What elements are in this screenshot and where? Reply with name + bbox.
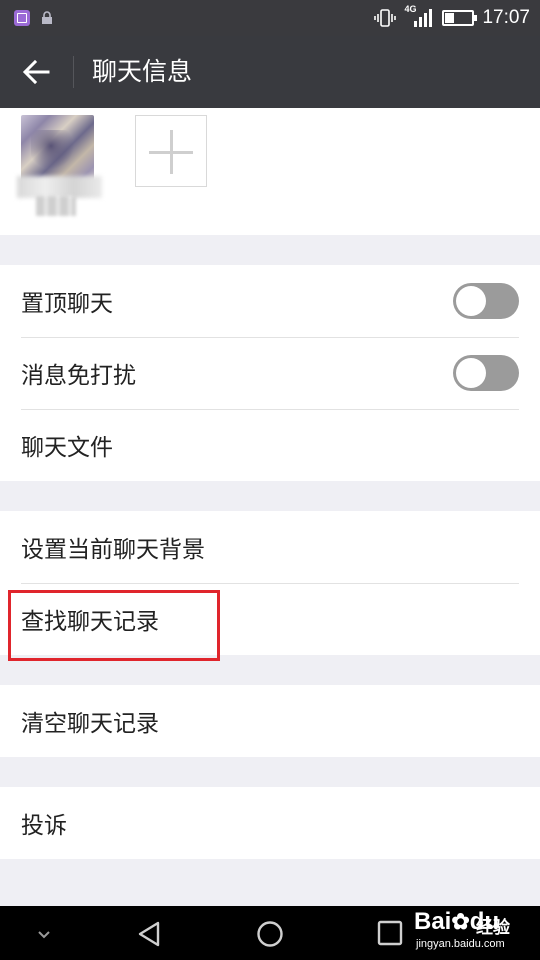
paw-icon: ✿ [451,909,470,934]
watermark-url: jingyan.baidu.com [416,938,505,950]
pin-chat-label: 置顶聊天 [21,291,113,317]
report-label: 投诉 [21,813,67,839]
settings-group-3: 清空聊天记录 [0,685,540,757]
avatar-name-redaction [17,176,102,198]
clear-history-label: 清空聊天记录 [21,711,159,737]
signal-icon: 4G [404,4,434,29]
lock-icon [42,11,52,24]
member-section [0,108,540,235]
mute-label: 消息免打扰 [21,363,136,389]
row-chat-files[interactable]: 聊天文件 [0,409,540,481]
row-pin-chat[interactable]: 置顶聊天 [0,265,540,337]
chevron-down-icon[interactable] [34,924,54,944]
settings-group-1: 置顶聊天 消息免打扰 聊天文件 [0,265,540,481]
page-title: 聊天信息 [92,57,193,86]
highlight-box [8,590,220,661]
back-triangle-icon[interactable] [136,920,164,948]
recents-square-icon[interactable] [377,920,403,946]
mute-toggle[interactable] [453,355,519,391]
set-background-label: 设置当前聊天背景 [21,537,205,563]
chat-files-label: 聊天文件 [21,435,113,461]
row-set-background[interactable]: 设置当前聊天背景 [0,511,540,583]
settings-group-4: 投诉 [0,787,540,859]
row-report[interactable]: 投诉 [0,787,540,859]
back-button[interactable] [18,54,54,90]
member-name-redacted [36,196,76,216]
status-bar: 4G 17:07 [0,0,540,36]
app-bar: 聊天信息 [0,36,540,108]
row-mute-notifications[interactable]: 消息免打扰 [0,337,540,409]
toggle-knob [456,286,486,316]
clock: 17:07 [482,7,530,28]
home-circle-icon[interactable] [256,920,284,948]
gallery-notification-icon [14,10,30,26]
watermark-product: 经验 [476,918,510,938]
app-bar-divider [73,56,74,88]
battery-icon [442,10,478,26]
add-member-button[interactable] [135,115,207,187]
arrow-left-icon [22,59,50,85]
watermark-logo-text: Bai [414,908,452,935]
vibrate-icon [374,9,397,27]
row-clear-history[interactable]: 清空聊天记录 [0,685,540,757]
baidu-watermark: Bai✿du 经验 jingyan.baidu.com [414,904,534,958]
toggle-knob [456,358,486,388]
battery-fill [445,13,454,23]
pin-chat-toggle[interactable] [453,283,519,319]
